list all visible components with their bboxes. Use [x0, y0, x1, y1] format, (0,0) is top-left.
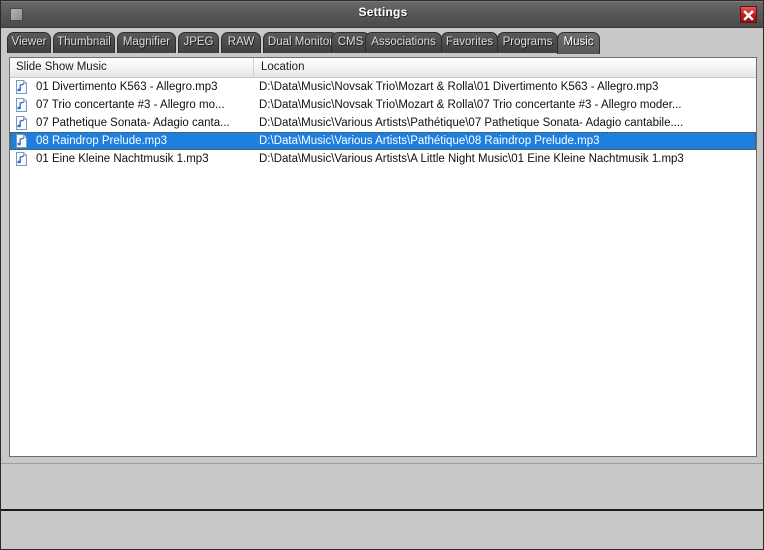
- cell-slide-show-music: 08 Raindrop Prelude.mp3: [36, 135, 168, 147]
- tab-raw[interactable]: RAW: [221, 32, 261, 53]
- column-header-slide-show-music[interactable]: Slide Show Music: [10, 58, 254, 77]
- title-bar: Settings: [1, 1, 763, 28]
- cell-slide-show-music: 07 Pathetique Sonata- Adagio canta...: [36, 117, 230, 129]
- tab-strip-underline: [1, 53, 763, 54]
- cell-location: D:\Data\Music\Various Artists\Pathétique…: [259, 117, 684, 129]
- cell-location: D:\Data\Music\Novsak Trio\Mozart & Rolla…: [259, 81, 659, 93]
- tab-programs[interactable]: Programs: [497, 32, 558, 53]
- cell-location: D:\Data\Music\Novsak Trio\Mozart & Rolla…: [259, 99, 682, 111]
- table-row[interactable]: 01 Eine Kleine Nachtmusik 1.mp3 D:\Data\M…: [10, 150, 756, 168]
- table-row[interactable]: 08 Raindrop Prelude.mp3 D:\Data\Music\Var…: [10, 132, 756, 150]
- action-button-bar: Play Add Remove Clear: [1, 463, 763, 511]
- tab-viewer[interactable]: Viewer: [7, 32, 51, 53]
- settings-dialog: Settings Viewer Thumbnail Magnifier JPEG RAW…: [0, 0, 764, 550]
- table-row[interactable]: 01 Divertimento K563 - Allegro.mp3 D:\Dat…: [10, 78, 756, 96]
- tab-jpeg[interactable]: JPEG: [178, 32, 219, 53]
- tab-music[interactable]: Music: [557, 32, 600, 54]
- table-row[interactable]: 07 Trio concertante #3 - Allegro mo... D:…: [10, 96, 756, 114]
- tab-favorites[interactable]: Favorites: [441, 32, 498, 53]
- music-list-panel: Slide Show Music Location 01 Divertiment…: [9, 57, 757, 457]
- cell-slide-show-music: 01 Divertimento K563 - Allegro.mp3: [36, 81, 218, 93]
- tab-thumbnail[interactable]: Thumbnail: [53, 32, 115, 53]
- cell-slide-show-music: 01 Eine Kleine Nachtmusik 1.mp3: [36, 153, 209, 165]
- close-icon[interactable]: [740, 6, 757, 23]
- table-row[interactable]: 07 Pathetique Sonata- Adagio canta... D:\…: [10, 114, 756, 132]
- tab-dual-monitor[interactable]: Dual Monitor: [263, 32, 338, 53]
- confirm-button-bar: OK Cancel: [1, 511, 763, 549]
- tab-strip: Viewer Thumbnail Magnifier JPEG RAW Dual Moni…: [1, 28, 763, 54]
- list-body: 01 Divertimento K563 - Allegro.mp3 D:\Dat…: [10, 78, 756, 168]
- window-title: Settings: [358, 5, 408, 19]
- cell-location: D:\Data\Music\Various Artists\Pathétique…: [259, 135, 600, 147]
- tab-associations[interactable]: Associations: [365, 32, 442, 53]
- cell-slide-show-music: 07 Trio concertante #3 - Allegro mo...: [36, 99, 225, 111]
- tab-magnifier[interactable]: Magnifier: [117, 32, 176, 53]
- list-header: Slide Show Music Location: [10, 58, 756, 78]
- column-header-location[interactable]: Location: [254, 58, 754, 77]
- cell-location: D:\Data\Music\Various Artists\A Little N…: [259, 153, 684, 165]
